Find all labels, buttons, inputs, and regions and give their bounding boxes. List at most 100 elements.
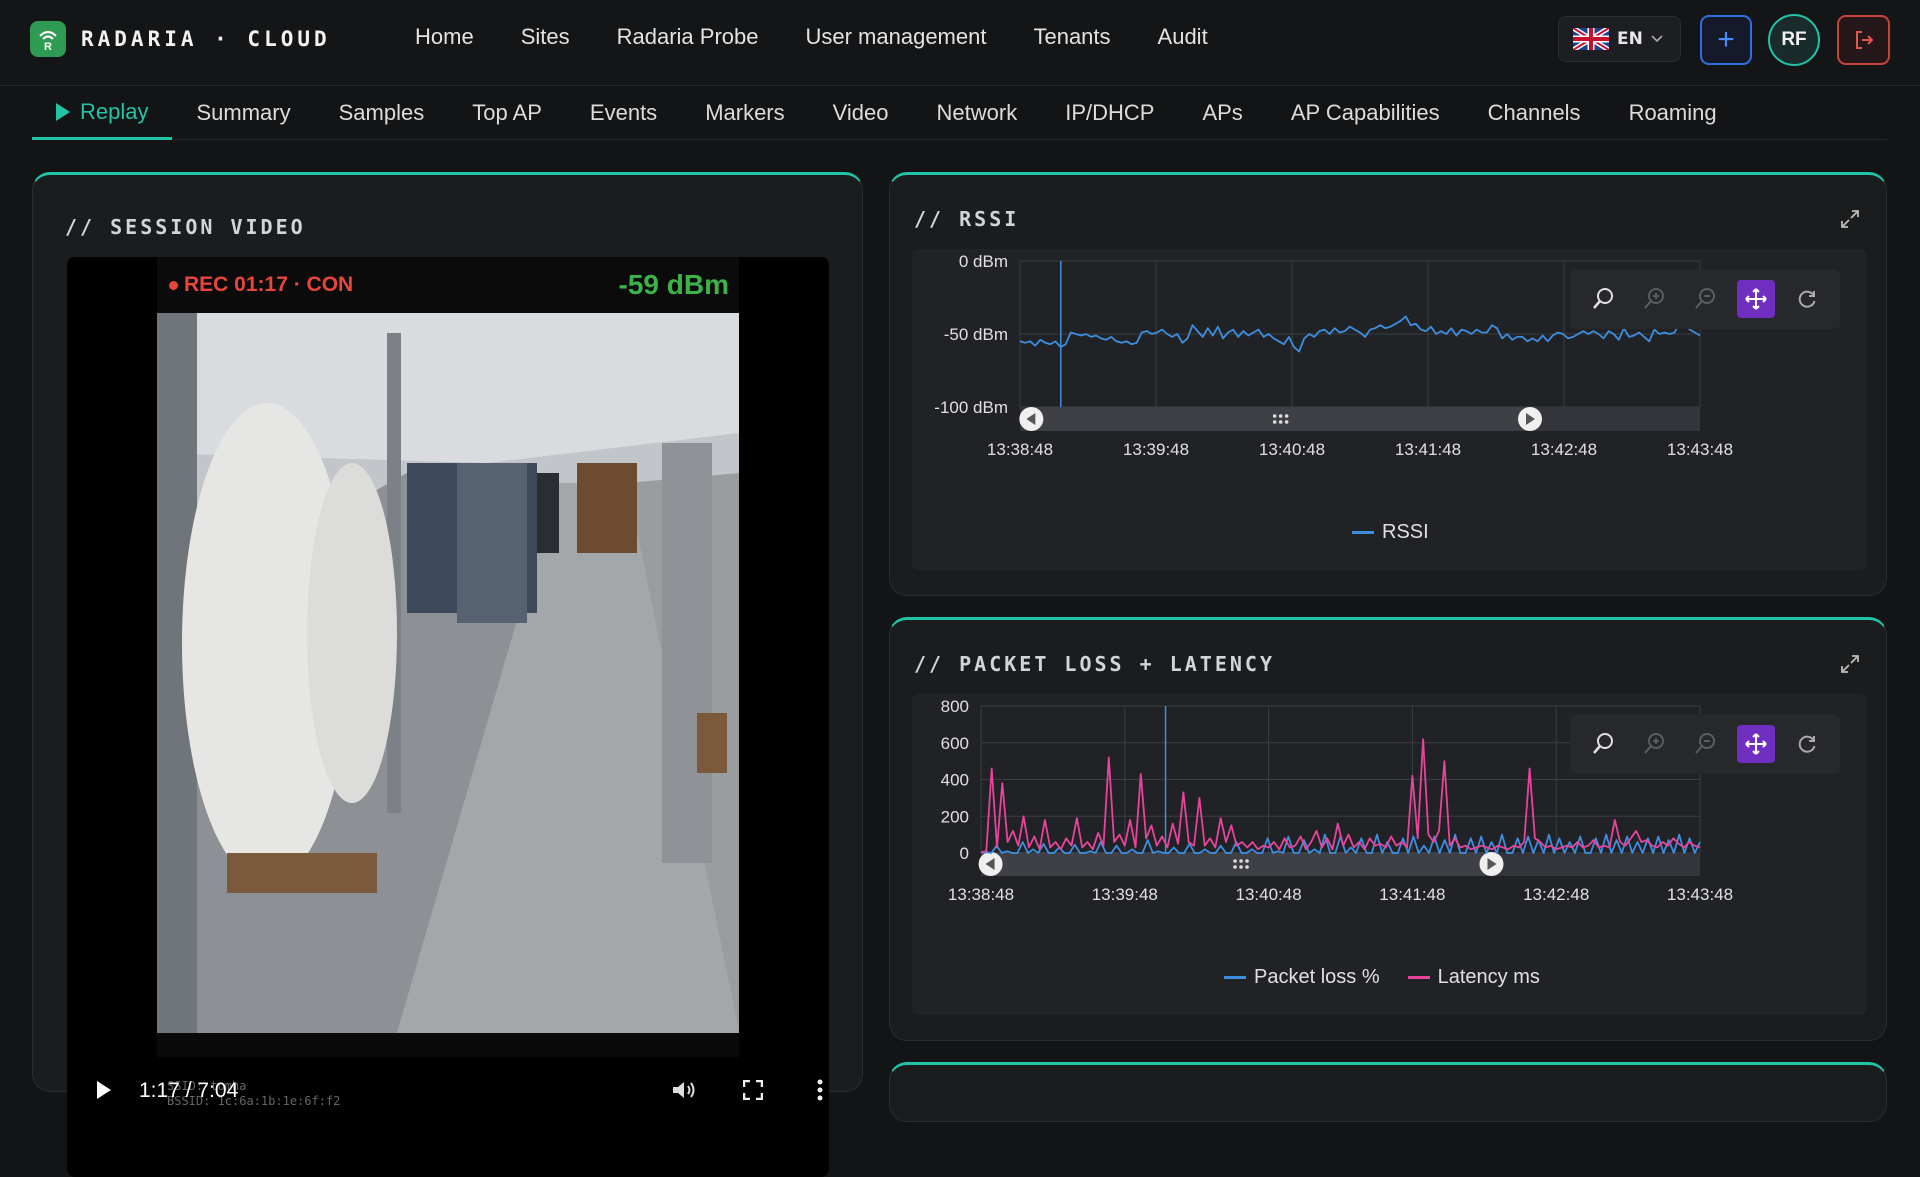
tab-summary[interactable]: Summary [172,86,314,140]
nav-tenants[interactable]: Tenants [1033,24,1110,50]
zoom-out-icon[interactable] [1686,280,1724,318]
uk-flag-icon [1573,28,1609,50]
recording-indicator: REC 01:17 · CON [169,273,353,297]
drag-handle-icon [1278,414,1283,418]
tab-markers[interactable]: Markers [681,86,808,140]
x-tick-label: 13:38:48 [987,440,1053,459]
x-tick-label: 13:42:48 [1531,440,1597,459]
nav-audit[interactable]: Audit [1158,24,1208,50]
logout-icon [1855,31,1873,49]
session-video-panel: // SESSION VIDEO REC 01:17 · CON -59 dBm [32,172,863,1177]
loss-chart-area: 800 600 400 200 0 13:38:48 13:39:48 13:40:48 13:… [912,694,1867,1015]
y-tick-label: 200 [941,807,969,826]
chart-toolbox [1570,269,1840,329]
drag-handle-icon [1284,414,1289,418]
panel-title: // RSSI [914,207,1020,231]
volume-icon[interactable] [671,1079,697,1101]
legend-swatch [1352,531,1374,534]
tab-events[interactable]: Events [566,86,681,140]
nav-user-management[interactable]: User management [805,24,986,50]
tab-aps[interactable]: APs [1178,86,1266,140]
panel-title: // SESSION VIDEO [65,215,306,239]
drag-handle-icon [1233,859,1237,863]
brand-name[interactable]: RADARIA · CLOUD [81,27,331,51]
refresh-icon[interactable] [1788,280,1826,318]
rssi-panel: // RSSI 0 dBm -50 dBm -100 dBm 13:38:48 13:3… [889,172,1887,596]
top-bar: R RADARIA · CLOUD Home Sites Radaria Pro… [0,0,1920,86]
search-icon[interactable] [1584,725,1622,763]
chevron-down-icon [1651,35,1663,43]
user-avatar[interactable]: RF [1768,14,1820,66]
tab-samples[interactable]: Samples [315,86,449,140]
play-button[interactable] [95,1079,113,1101]
y-tick-label: -100 dBm [934,398,1008,417]
y-tick-label: 0 [960,844,969,863]
play-icon [56,102,70,121]
main-nav: Home Sites Radaria Probe User management… [415,24,1255,50]
logout-button[interactable] [1837,15,1890,65]
nav-home[interactable]: Home [415,24,474,50]
tab-ap-capabilities[interactable]: AP Capabilities [1267,86,1464,140]
move-icon[interactable] [1736,280,1775,318]
tab-label: Replay [80,98,149,124]
drag-handle-icon [1239,859,1243,863]
drag-handle-icon [1245,865,1249,869]
video-time: 1:17 / 7:04 [139,1079,239,1102]
rssi-chart-area: 0 dBm -50 dBm -100 dBm 13:38:48 13:39:48 13:4… [912,249,1867,570]
tab-network[interactable]: Network [913,86,1042,140]
expand-icon[interactable] [1839,208,1861,230]
tab-channels[interactable]: Channels [1464,86,1605,140]
x-tick-label: 13:43:48 [1667,885,1733,904]
y-tick-label: -50 dBm [944,325,1008,344]
legend-label: RSSI [1382,521,1429,543]
warehouse-video-image [157,313,739,1033]
tab-ip-dhcp[interactable]: IP/DHCP [1041,86,1178,140]
video-frame: REC 01:17 · CON -59 dBm [157,257,739,1057]
rssi-legend[interactable]: RSSI [1352,521,1429,544]
add-button[interactable]: + [1700,15,1752,65]
x-tick-label: 13:40:48 [1236,885,1302,904]
tab-replay[interactable]: Replay [32,86,173,140]
legend-label: Packet loss % [1254,966,1380,988]
signal-strength: -59 dBm [618,269,729,300]
rec-label: REC 01:17 · CON [184,273,354,296]
y-tick-label: 400 [941,771,969,790]
video-player[interactable]: REC 01:17 · CON -59 dBm SSID: tomha BSSI… [67,257,829,1177]
drag-handle-icon [1284,420,1289,424]
fullscreen-icon[interactable] [743,1080,763,1100]
nav-radaria-probe[interactable]: Radaria Probe [617,24,759,50]
expand-icon[interactable] [1839,653,1861,675]
y-tick-label: 600 [941,734,969,753]
y-tick-label: 800 [941,697,969,716]
zoom-slider-window [990,852,1492,876]
x-tick-label: 13:43:48 [1667,440,1733,459]
refresh-icon[interactable] [1788,725,1826,763]
legend-item-packet-loss[interactable]: Packet loss % [1224,966,1380,989]
tab-roaming[interactable]: Roaming [1605,86,1741,140]
zoom-in-icon[interactable] [1635,725,1673,763]
nav-sites[interactable]: Sites [521,24,570,50]
search-icon[interactable] [1584,280,1622,318]
drag-handle-icon [1239,865,1243,869]
x-tick-label: 13:39:48 [1123,440,1189,459]
panel-title: // PACKET LOSS + LATENCY [914,652,1275,676]
packet-loss-latency-panel: // PACKET LOSS + LATENCY 800 600 400 200 0 13… [889,617,1887,1041]
more-options-icon[interactable] [817,1079,823,1101]
language-code: EN [1617,29,1643,49]
chart-toolbox [1570,714,1840,774]
replay-tabs: Replay Summary Samples Top AP Events Mar… [32,86,1887,140]
legend-item-latency[interactable]: Latency ms [1407,966,1540,989]
language-selector[interactable]: EN [1558,16,1681,62]
x-tick-label: 13:38:48 [948,885,1014,904]
tab-video[interactable]: Video [809,86,913,140]
legend-swatch [1224,976,1246,979]
y-tick-label: 0 dBm [959,252,1008,271]
radaria-logo-icon[interactable]: R [30,21,66,57]
move-icon[interactable] [1736,725,1775,763]
loss-legend: Packet loss % Latency ms [1224,966,1540,989]
x-tick-label: 13:41:48 [1379,885,1445,904]
tab-top-ap[interactable]: Top AP [448,86,566,140]
zoom-in-icon[interactable] [1635,280,1673,318]
video-controls: SSID: tomha BSSID: 1c:6a:1b:1e:6f:f2 1:17… [67,1057,829,1177]
zoom-out-icon[interactable] [1686,725,1724,763]
